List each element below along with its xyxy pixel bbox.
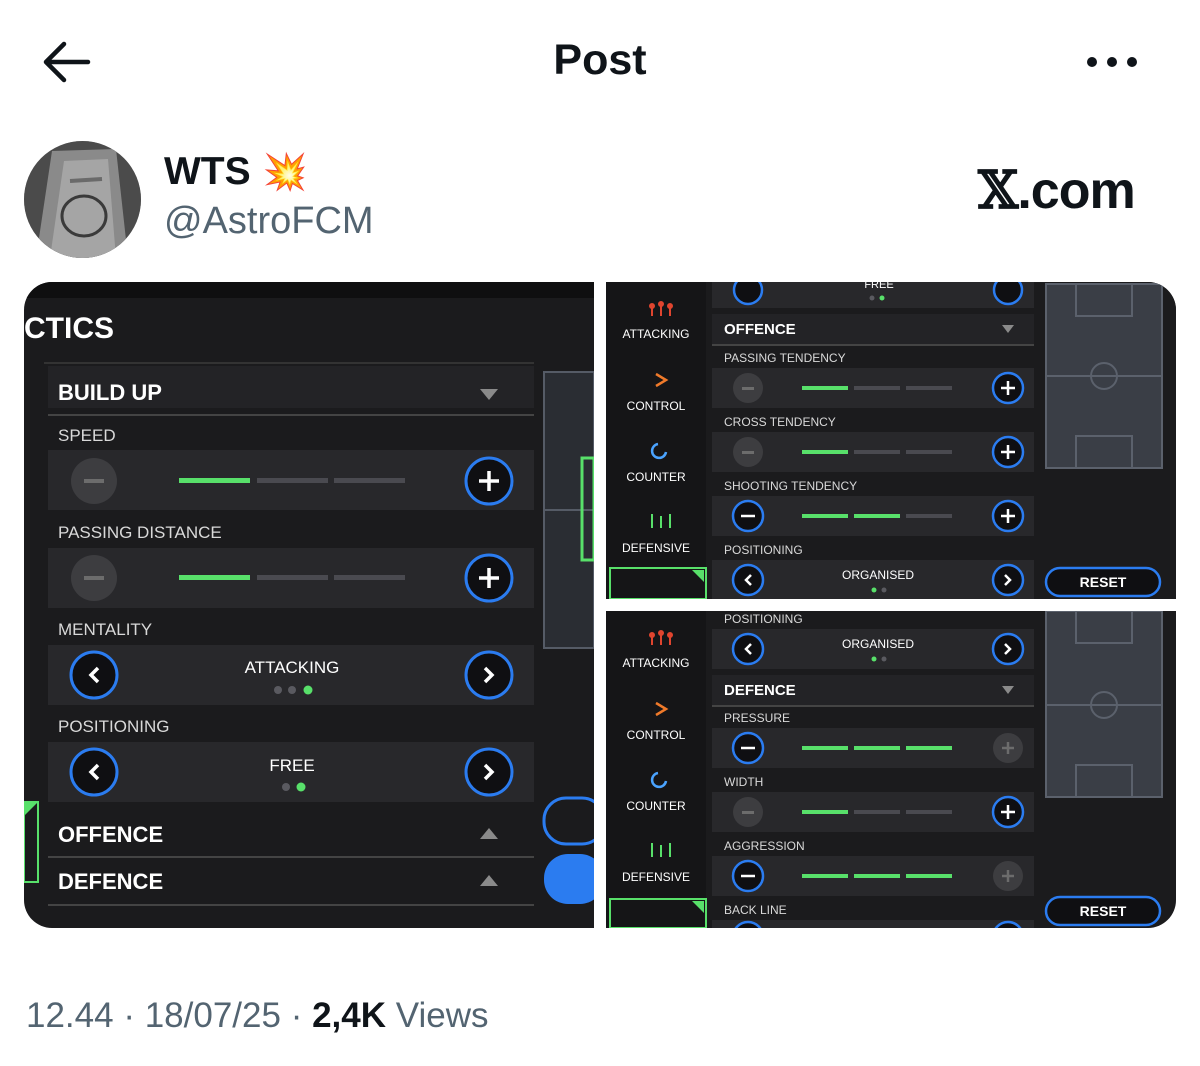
reset-button[interactable]: RESET	[1046, 903, 1160, 919]
sidebar-control[interactable]: CONTROL	[606, 399, 706, 413]
post-date[interactable]: 18/07/25	[145, 996, 281, 1035]
sidebar-defensive[interactable]: DEFENSIVE	[606, 541, 706, 555]
shooting-tendency-label: SHOOTING TENDENCY	[724, 479, 858, 493]
meta-separator: ·	[290, 996, 303, 1035]
offence-header[interactable]: OFFENCE	[58, 822, 163, 848]
x-com-watermark: 𝕏.com	[978, 160, 1136, 221]
sidebar-counter[interactable]: COUNTER	[606, 799, 706, 813]
positioning-label: POSITIONING	[58, 717, 170, 736]
media-grid[interactable]: CTICS BUILD UP SPEED PASSING DISTANCE ME…	[24, 282, 1176, 928]
collision-emoji-icon: 💥	[262, 151, 308, 192]
post-meta: 12.44 · 18/07/25 · 2,4K Views	[26, 996, 489, 1036]
positioning-value: ORGANISED	[841, 637, 914, 651]
width-label: WIDTH	[724, 775, 764, 789]
passing-distance-label: PASSING DISTANCE	[58, 523, 222, 542]
post-time[interactable]: 12.44	[26, 996, 114, 1035]
sidebar-counter[interactable]: COUNTER	[606, 470, 706, 484]
brand-domain: .com	[1017, 162, 1135, 220]
defence-header[interactable]: DEFENCE	[58, 869, 163, 895]
sidebar-defensive[interactable]: DEFENSIVE	[606, 870, 706, 884]
tactics-screenshot-left[interactable]: CTICS BUILD UP SPEED PASSING DISTANCE ME…	[24, 282, 594, 928]
more-options-button[interactable]	[1080, 48, 1144, 76]
offence-header[interactable]: OFFENCE	[724, 321, 796, 338]
tactics-title: CTICS	[24, 312, 114, 345]
mentality-label: MENTALITY	[58, 620, 153, 639]
cross-tendency-label: CROSS TENDENCY	[724, 415, 836, 429]
passing-tendency-label: PASSING TENDENCY	[724, 351, 846, 365]
positioning-value: FREE	[269, 756, 315, 775]
page-title: Post	[553, 36, 647, 84]
positioning-label: POSITIONING	[724, 612, 803, 626]
pressure-label: PRESSURE	[724, 711, 791, 725]
cut-free-value: FREE	[864, 282, 894, 291]
sidebar-attacking[interactable]: ATTACKING	[606, 656, 706, 670]
speed-label: SPEED	[58, 426, 116, 445]
views-label: Views	[395, 996, 489, 1035]
display-name[interactable]: WTS	[164, 150, 251, 194]
user-handle[interactable]: @AstroFCM	[164, 200, 374, 243]
sidebar-attacking[interactable]: ATTACKING	[606, 327, 706, 341]
positioning-value: ORGANISED	[841, 568, 914, 582]
build-up-header[interactable]: BUILD UP	[58, 380, 162, 406]
tactics-screenshot-top-right[interactable]: FREE ATTACKING CONTROL COUNTER DEFENSIVE…	[606, 282, 1176, 599]
defence-header[interactable]: DEFENCE	[724, 682, 796, 699]
aggression-label: AGGRESSION	[724, 839, 805, 853]
mentality-value: ATTACKING	[244, 658, 340, 677]
x-logo-icon: 𝕏	[978, 160, 1018, 221]
tactics-screenshot-bottom-right[interactable]: POSITIONING ORGANISED ATTACKING CONTROL …	[606, 611, 1176, 928]
more-dots-icon	[1087, 57, 1137, 67]
positioning-label: POSITIONING	[724, 543, 803, 557]
avatar-image	[24, 141, 141, 258]
back-line-label: BACK LINE	[724, 903, 787, 917]
views-count[interactable]: 2,4K	[312, 996, 386, 1035]
reset-button[interactable]: RESET	[1046, 574, 1160, 590]
meta-separator: ·	[123, 996, 135, 1035]
avatar[interactable]	[24, 141, 141, 258]
sidebar-control[interactable]: CONTROL	[606, 728, 706, 742]
